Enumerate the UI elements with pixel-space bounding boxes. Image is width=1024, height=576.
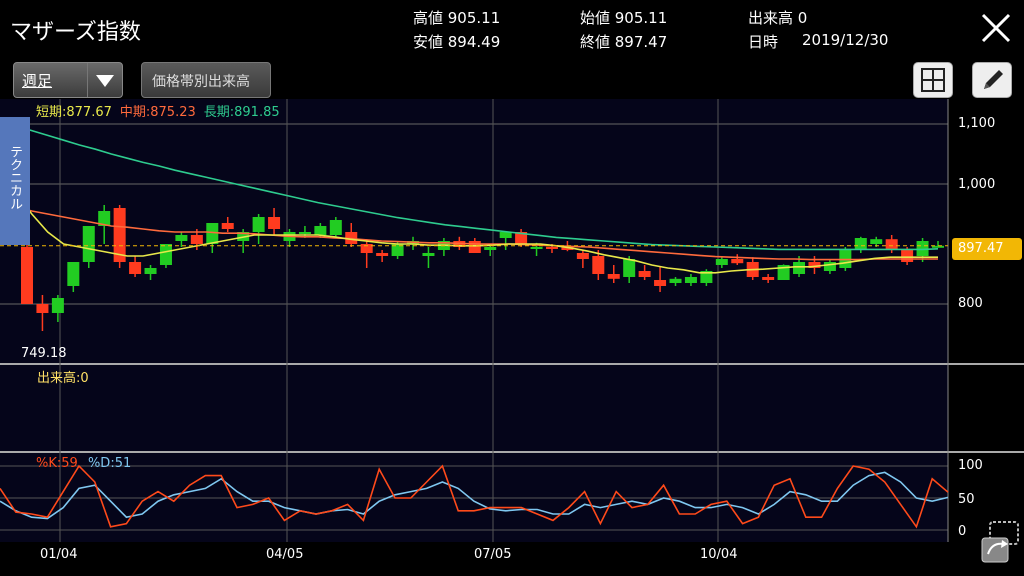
candle-body	[576, 253, 589, 259]
stoch-d-label: %D:51	[87, 456, 132, 471]
candle-body	[67, 262, 80, 286]
candle-body	[654, 280, 667, 286]
candle-body	[793, 262, 806, 274]
candle-body	[314, 226, 327, 235]
candle-body	[159, 244, 172, 265]
y-tick-label: 800	[958, 296, 983, 311]
candle-body	[422, 253, 435, 256]
ma-short-label: 短期:877.67	[36, 105, 112, 120]
candle-body	[129, 262, 142, 274]
x-tick-label: 07/05	[474, 547, 512, 562]
candle-body	[823, 262, 836, 271]
candle-body	[36, 304, 49, 313]
technical-tab-label: テクニカル	[7, 145, 22, 210]
candle-body	[144, 268, 157, 274]
ma-legend: 短期:877.67 中期:875.23 長期:891.85	[36, 101, 288, 120]
price-panel	[0, 99, 948, 364]
candle-body	[669, 278, 682, 283]
candle-body	[268, 217, 281, 229]
candle-body	[298, 232, 311, 234]
candle-body	[51, 298, 64, 313]
volume-label: 出来高:0	[37, 371, 89, 386]
x-tick-label: 04/05	[266, 547, 304, 562]
low-marker-label: 749.18	[21, 346, 67, 361]
candle-body	[175, 235, 188, 241]
technical-tab[interactable]: テクニカル	[0, 117, 30, 245]
candle-body	[762, 277, 775, 280]
stoch-legend: %K:59 %D:51	[36, 456, 131, 471]
candle-body	[901, 250, 914, 262]
candle-body	[638, 271, 651, 277]
candle-body	[252, 217, 265, 232]
stoch-tick-label: 50	[958, 492, 975, 507]
candle-body	[545, 247, 558, 249]
candle-body	[684, 277, 697, 283]
candle-body	[21, 247, 33, 304]
ma-mid-label: 中期:875.23	[119, 105, 196, 120]
x-tick-label: 01/04	[40, 547, 78, 562]
chart-area[interactable]	[0, 0, 1024, 576]
candle-body	[870, 239, 883, 244]
candle-body	[221, 223, 234, 229]
candle-body	[329, 220, 342, 235]
candle-body	[376, 253, 389, 256]
candle-body	[82, 226, 95, 262]
ma-long-label: 長期:891.85	[203, 105, 280, 120]
y-tick-label: 1,000	[958, 177, 996, 192]
candle-body	[468, 241, 481, 253]
x-tick-label: 10/04	[700, 547, 738, 562]
volume-panel	[0, 364, 948, 452]
expand-corner-icon[interactable]	[980, 520, 1020, 564]
y-tick-label: 1,100	[958, 116, 996, 131]
stoch-tick-label: 100	[958, 458, 983, 473]
candle-body	[854, 238, 867, 250]
candle-body	[190, 235, 203, 244]
candle-body	[484, 247, 497, 250]
stoch-k-label: %K:59	[36, 456, 78, 471]
candle-body	[715, 259, 728, 265]
candle-body	[530, 247, 543, 249]
candle-body	[885, 239, 898, 250]
current-price-badge-label: 897.47	[958, 241, 1004, 256]
candle-body	[607, 274, 620, 279]
candle-body	[592, 256, 605, 274]
current-price-badge: 897.47	[952, 238, 1022, 260]
candle-body	[623, 259, 636, 277]
stoch-tick-label: 0	[958, 524, 967, 539]
candle-body	[731, 259, 744, 264]
